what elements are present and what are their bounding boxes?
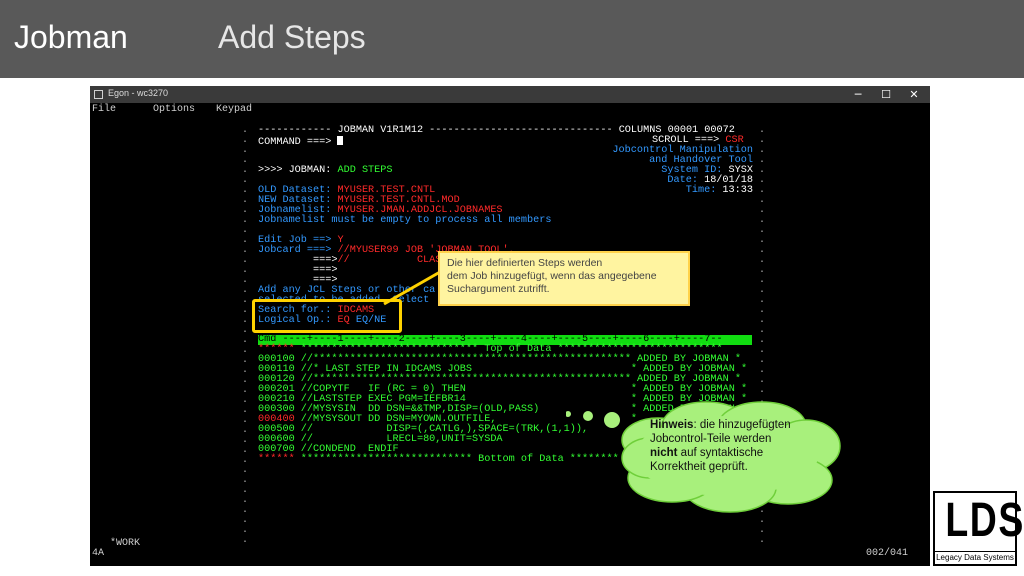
time-line: Time: 13:33: [685, 185, 753, 196]
menu-keypad[interactable]: Keypad: [216, 104, 252, 115]
slide-title: Jobman: [14, 19, 128, 55]
thought-bubble-text: Hinweis: die hinzugefügten Jobcontrol-Te…: [650, 418, 820, 474]
command-input[interactable]: [337, 136, 344, 145]
function-prefix: >>>> JOBMAN:: [258, 165, 338, 176]
jobcard-line2: ===>// CLASS: [258, 255, 448, 266]
status-left: 4A: [92, 548, 105, 559]
command-label: COMMAND ===>: [258, 137, 338, 148]
bubble-bold-hinweis: Hinweis: [650, 419, 694, 431]
left-margin-dots: . . . . . . . . . . . . . . . . . . . . …: [242, 125, 249, 546]
close-button[interactable]: ✕: [902, 87, 926, 102]
menu-bar: File Options Keypad: [90, 103, 930, 116]
maximize-button[interactable]: ☐: [874, 87, 898, 102]
window-title: Egon - wc3270: [108, 88, 169, 98]
callout-line-3: Suchargument zutrifft.: [447, 283, 550, 295]
app-icon: [94, 90, 103, 99]
status-bar: 4A *WORK 002/041: [90, 538, 930, 566]
minimize-button[interactable]: ─: [846, 87, 870, 102]
callout-line-2: dem Job hinzugefügt, wenn das angegebene: [447, 270, 657, 282]
bottom-of-data-line: ****** **************************** Bott…: [258, 454, 619, 465]
slide-header: Jobman Add Steps: [0, 0, 1024, 78]
bubble-line-4: Korrektheit geprüft.: [650, 461, 748, 473]
callout-note: Die hier definierten Steps werden dem Jo…: [438, 251, 690, 306]
menu-file[interactable]: File: [92, 104, 116, 115]
time-label: Time:: [685, 185, 723, 196]
function-value: ADD STEPS: [337, 165, 393, 176]
bubble-text-1: : die hinzugefügten: [693, 419, 791, 431]
bubble-line-2: Jobcontrol-Teile werden: [650, 433, 772, 445]
jobcard-input-2[interactable]: // CLASS: [337, 255, 447, 266]
lds-logo: LDS Legacy Data Systems: [933, 491, 1024, 566]
menu-options[interactable]: Options: [153, 104, 195, 115]
time-value: 13:33: [722, 185, 753, 196]
jobnamelist-note: Jobnamelist must be empty to process all…: [258, 215, 552, 226]
bottom-marker: ******: [258, 454, 295, 465]
slide-subtitle: Add Steps: [218, 19, 366, 55]
bubble-bold-nicht: nicht: [650, 447, 678, 459]
logo-letters: LDS: [945, 494, 1024, 547]
bubble-line-3: nicht auf syntaktische: [650, 446, 820, 460]
window-titlebar[interactable]: Egon - wc3270 ─ ☐ ✕: [90, 86, 930, 103]
status-cursor-position: 002/041: [866, 548, 909, 559]
callout-line-1: Die hier definierten Steps werden: [447, 257, 603, 269]
function-line: >>>> JOBMAN: ADD STEPS: [258, 165, 393, 176]
command-line: COMMAND ===>: [258, 136, 344, 148]
bubble-text-3: auf syntaktische: [677, 447, 764, 459]
bubble-line-1: Hinweis: die hinzugefügten: [650, 418, 820, 432]
status-workspace: *WORK: [110, 538, 141, 549]
logo-tagline: Legacy Data Systems: [935, 551, 1015, 562]
